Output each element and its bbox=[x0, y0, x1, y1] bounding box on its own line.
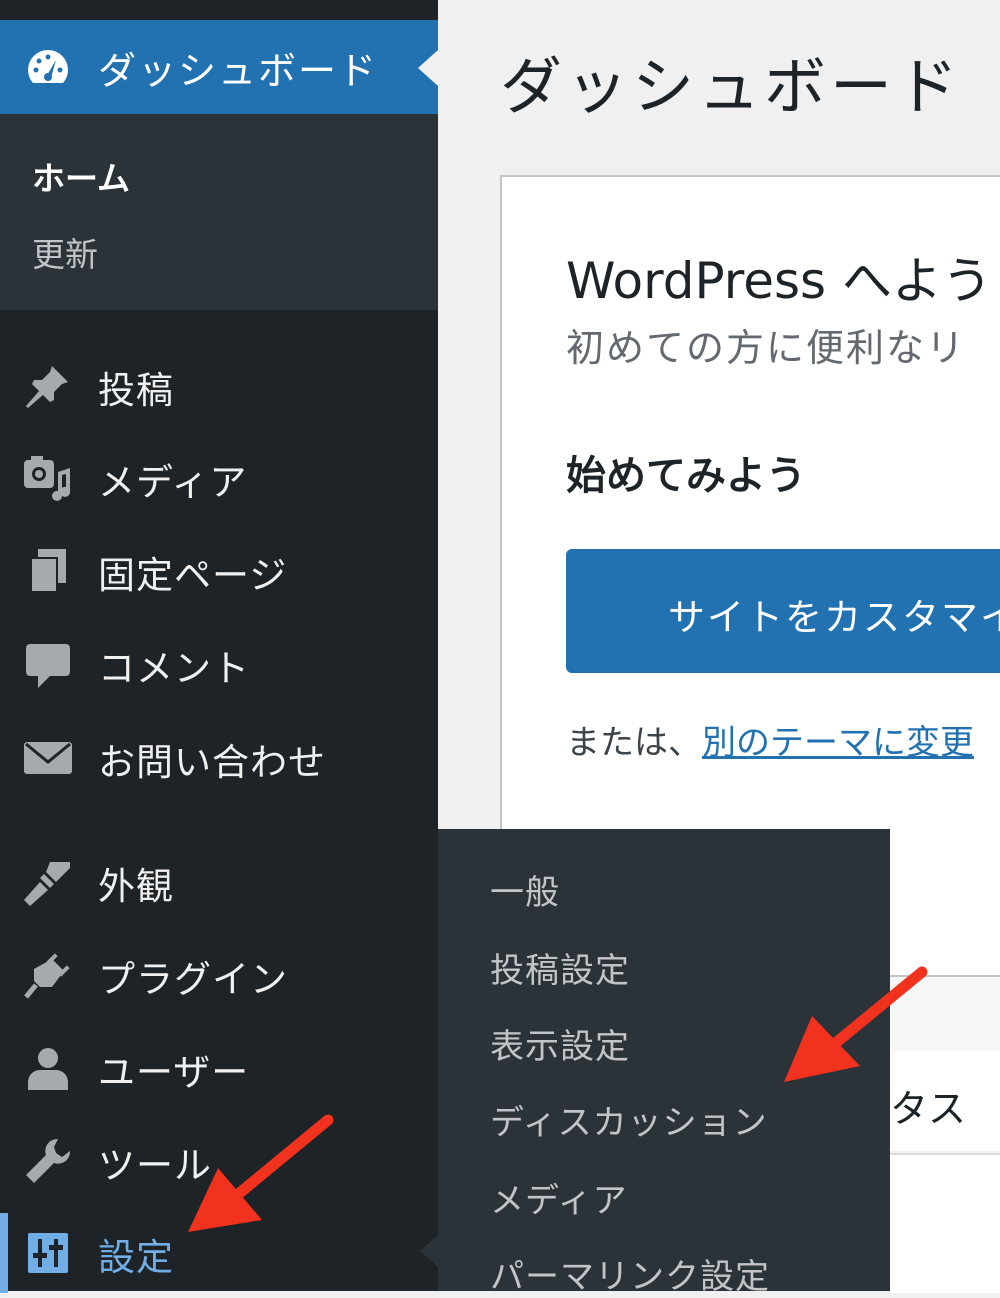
sidebar-item-media[interactable]: メディア bbox=[0, 438, 438, 518]
or-line: または、別のテーマに変更 bbox=[566, 715, 974, 764]
user-icon bbox=[28, 1048, 68, 1090]
sidebar-item-users[interactable]: ユーザー bbox=[0, 1028, 438, 1108]
mail-icon bbox=[24, 742, 72, 774]
sidebar-item-label: ダッシュボード bbox=[98, 49, 379, 93]
sidebar-item-plugins[interactable]: プラグイン bbox=[0, 935, 438, 1015]
sidebar-item-settings[interactable]: 設定 bbox=[0, 1213, 438, 1293]
sidebar-item-contact[interactable]: お問い合わせ bbox=[0, 718, 438, 798]
sidebar-item-posts[interactable]: 投稿 bbox=[0, 346, 438, 426]
active-pointer bbox=[418, 50, 438, 86]
sidebar-item-label: 外観 bbox=[98, 865, 174, 908]
flyout-item-reading[interactable]: 表示設定 bbox=[490, 1019, 630, 1068]
pages-icon bbox=[30, 549, 66, 593]
sidebar-item-label: 固定ページ bbox=[98, 554, 288, 597]
dashboard-gauge-icon bbox=[28, 50, 68, 83]
or-text: または、 bbox=[566, 723, 702, 763]
widget-separator bbox=[890, 975, 1000, 1053]
sidebar-item-label: 設定 bbox=[98, 1236, 174, 1279]
sidebar-item-label: ツール bbox=[98, 1144, 212, 1187]
settings-flyout-menu: 一般 投稿設定 表示設定 ディスカッション メディア パーマリンク設定 bbox=[438, 829, 890, 1297]
settings-icon bbox=[28, 1233, 68, 1273]
customize-button-label: サイトをカスタマイ bbox=[668, 596, 1000, 639]
flyout-item-general[interactable]: 一般 bbox=[490, 865, 560, 914]
wrench-icon bbox=[26, 1138, 71, 1183]
flyout-item-writing[interactable]: 投稿設定 bbox=[490, 943, 630, 992]
submenu-item-home[interactable]: ホーム bbox=[32, 152, 130, 200]
sidebar-item-comments[interactable]: コメント bbox=[0, 624, 438, 704]
welcome-title: WordPress へよう bbox=[566, 252, 993, 310]
get-started-heading: 始めてみよう bbox=[566, 453, 806, 499]
flyout-pointer bbox=[420, 1235, 438, 1267]
page-title: ダッシュボード bbox=[500, 50, 963, 123]
sidebar-top-strip bbox=[0, 0, 438, 20]
pin-icon bbox=[26, 366, 68, 408]
sidebar-item-appearance[interactable]: 外観 bbox=[0, 842, 438, 922]
sidebar-item-label: プラグイン bbox=[98, 958, 288, 1001]
admin-sidebar: ダッシュボード ホーム 更新 投稿 メディア 固定ページ コメント お問い合わせ… bbox=[0, 0, 438, 1293]
status-widget-title: タス bbox=[890, 1087, 967, 1131]
sidebar-item-tools[interactable]: ツール bbox=[0, 1121, 438, 1201]
flyout-item-media[interactable]: メディア bbox=[490, 1173, 628, 1222]
change-theme-link[interactable]: 別のテーマに変更 bbox=[702, 723, 974, 763]
welcome-subtitle: 初めての方に便利なリ bbox=[566, 326, 967, 370]
sidebar-item-label: 投稿 bbox=[98, 369, 174, 412]
brush-icon bbox=[24, 862, 70, 906]
sidebar-item-pages[interactable]: 固定ページ bbox=[0, 531, 438, 611]
sidebar-item-dashboard[interactable]: ダッシュボード bbox=[0, 20, 438, 114]
submenu-item-update[interactable]: 更新 bbox=[32, 228, 98, 276]
sidebar-item-label: メディア bbox=[98, 461, 248, 504]
flyout-item-discussion[interactable]: ディスカッション bbox=[490, 1095, 768, 1144]
media-icon bbox=[24, 456, 70, 501]
comment-icon bbox=[26, 644, 70, 688]
sidebar-item-label: お問い合わせ bbox=[98, 741, 326, 784]
customize-site-button[interactable]: サイトをカスタマイ bbox=[566, 549, 1000, 673]
sidebar-item-label: ユーザー bbox=[98, 1051, 250, 1094]
active-marker bbox=[0, 1213, 8, 1293]
plugin-icon bbox=[24, 953, 70, 999]
dashboard-submenu: ホーム 更新 bbox=[0, 114, 438, 310]
status-widget-body bbox=[890, 1153, 1000, 1293]
sidebar-item-label: コメント bbox=[98, 647, 250, 690]
